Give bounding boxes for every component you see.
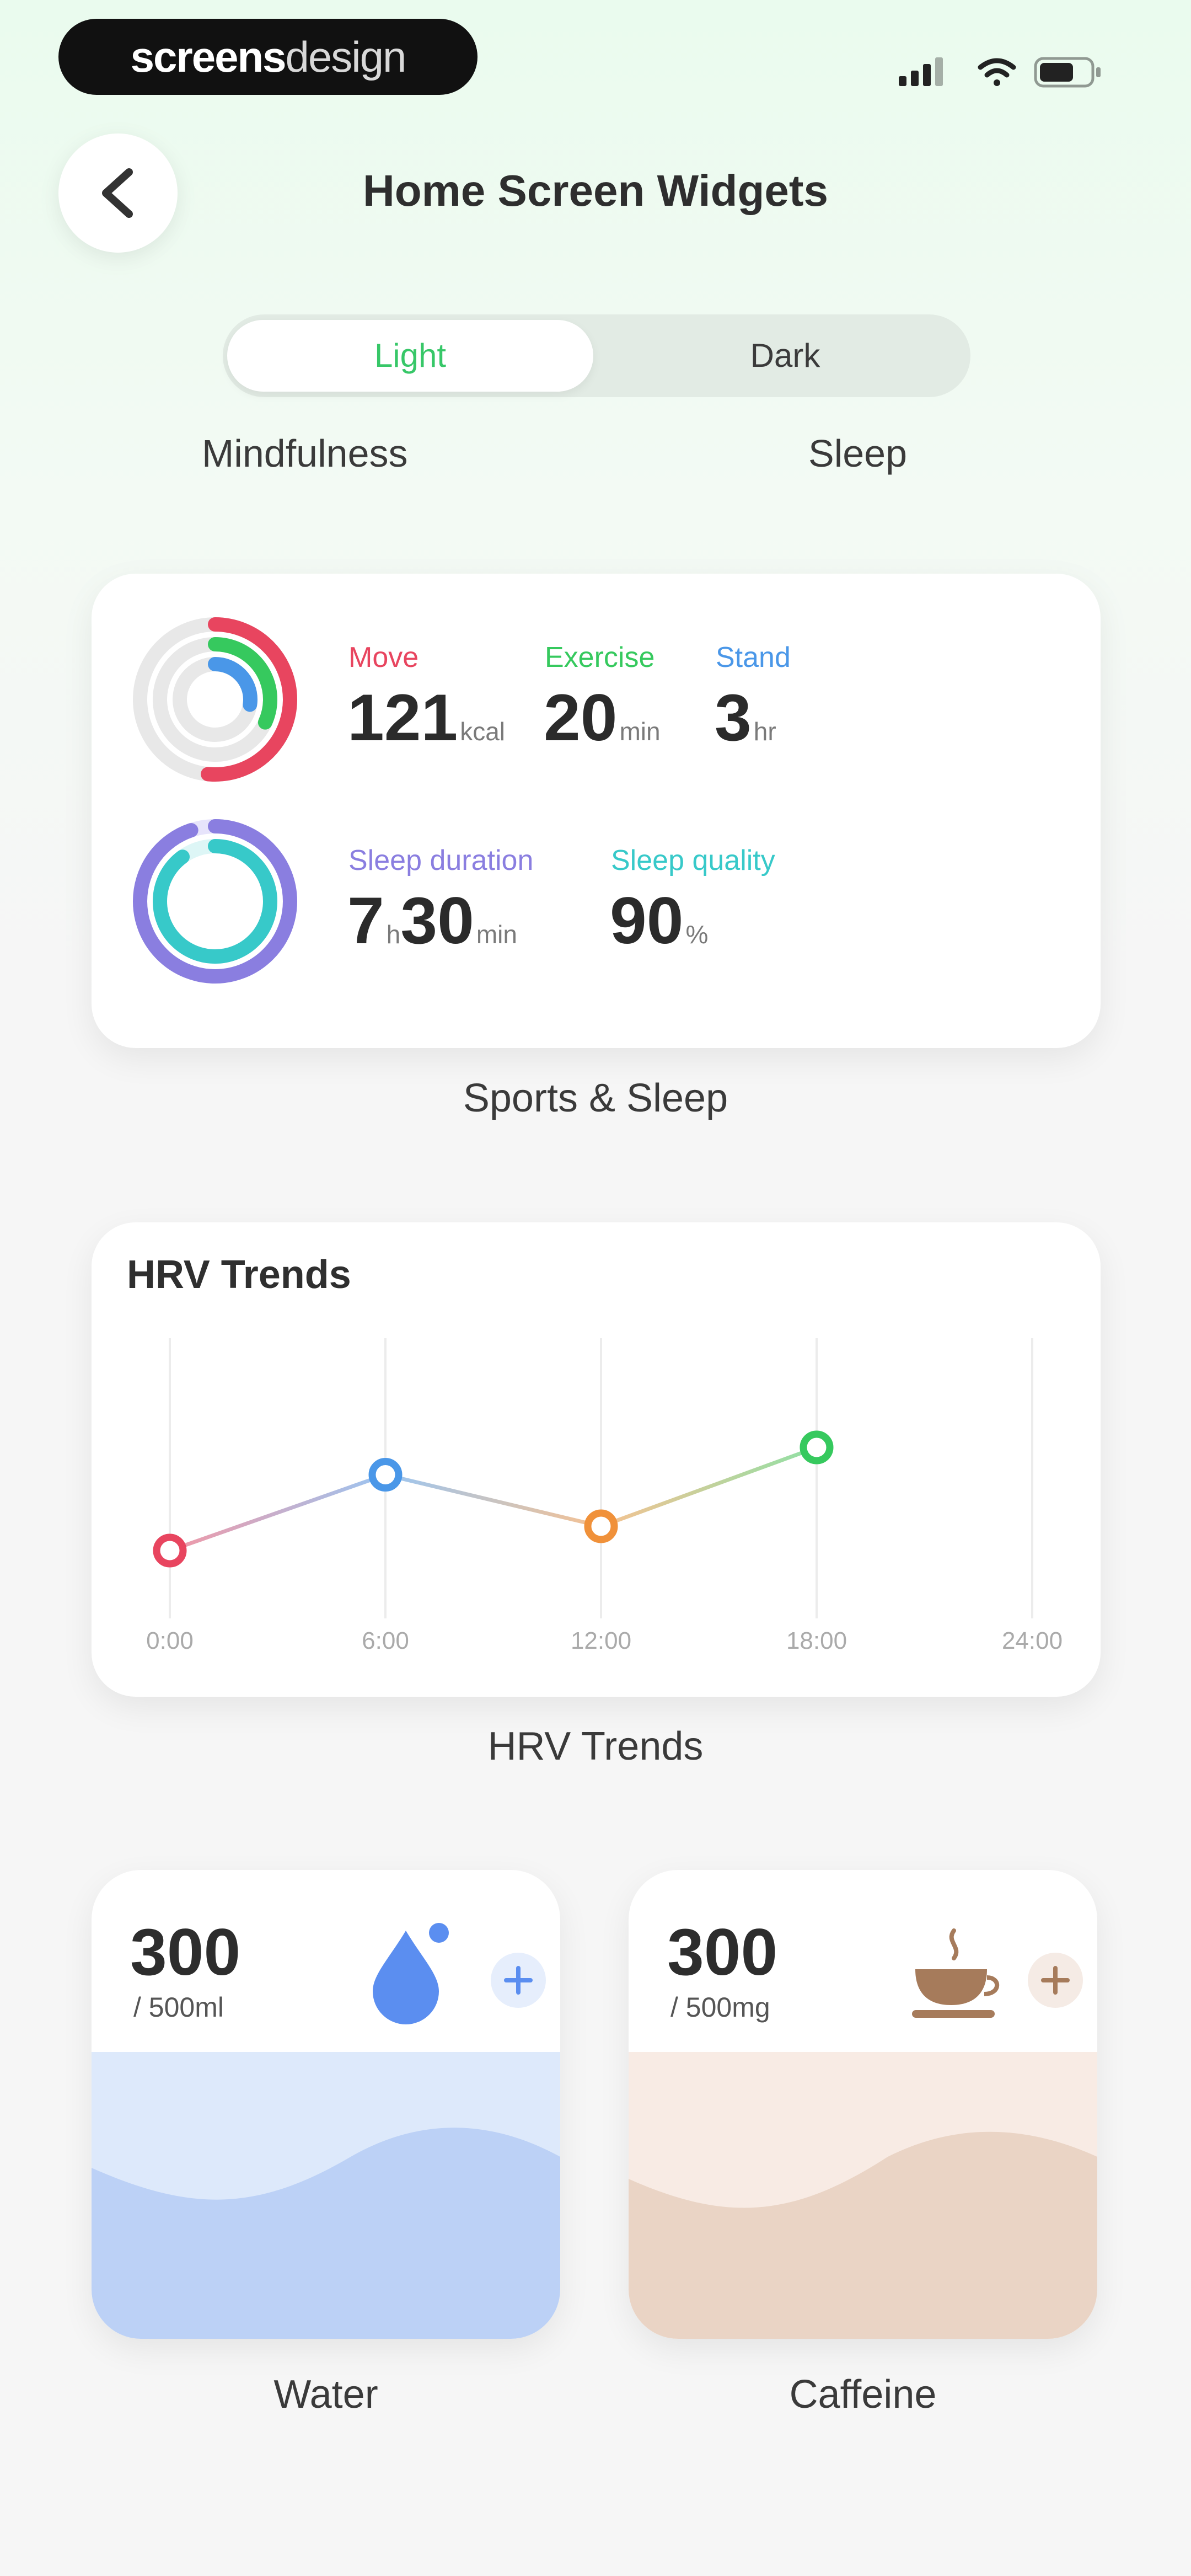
sleep-duration-value: 7h30min — [347, 883, 517, 959]
exercise-number: 20 — [544, 681, 618, 755]
chevron-left-icon — [102, 168, 133, 218]
stand-unit: hr — [753, 717, 776, 746]
dark-theme-tab[interactable]: Dark — [603, 320, 967, 392]
data-point[interactable] — [153, 1533, 187, 1568]
caffeine-caption: Caffeine — [789, 2372, 937, 2417]
plus-icon — [1041, 1966, 1070, 1995]
page-title: Home Screen Widgets — [363, 166, 828, 215]
x-tick-label: 0:00 — [146, 1627, 194, 1654]
x-tick-label: 24:00 — [1001, 1627, 1063, 1654]
sleep-minutes-unit: min — [476, 920, 517, 949]
water-drop-icon — [373, 1923, 449, 2024]
exercise-label: Exercise — [545, 642, 655, 674]
screensdesign-logo: screensdesign — [58, 19, 478, 95]
caffeine-amount: 300 — [667, 1915, 778, 1989]
water-add-button[interactable] — [491, 1953, 546, 2008]
move-label: Move — [348, 642, 419, 674]
stand-label: Stand — [716, 642, 791, 674]
activity-rings-icon — [133, 617, 297, 782]
logo-part-2: design — [285, 33, 407, 81]
sleep-quality-number: 90 — [610, 884, 684, 958]
move-unit: kcal — [460, 717, 506, 746]
sleep-quality-label: Sleep quality — [611, 845, 775, 877]
move-value: 121kcal — [347, 680, 505, 756]
hrv-line-chart — [153, 1338, 1033, 1618]
status-icons — [899, 51, 1119, 89]
move-number: 121 — [347, 681, 458, 755]
series-line-segment — [168, 1473, 388, 1553]
hrv-caption: HRV Trends — [487, 1724, 704, 1768]
exercise-unit: min — [619, 717, 661, 746]
coffee-cup-icon — [912, 1928, 1000, 2018]
caffeine-goal: / 500mg — [670, 1992, 770, 2023]
sleep-rings-icon — [133, 819, 297, 984]
data-point[interactable] — [368, 1458, 403, 1492]
sports-sleep-caption: Sports & Sleep — [463, 1076, 728, 1120]
mindfulness-label[interactable]: Mindfulness — [202, 431, 408, 475]
sleep-minutes: 30 — [400, 884, 474, 958]
water-caption: Water — [273, 2372, 378, 2417]
series-line-segment — [383, 1473, 603, 1529]
logo-part-1: screens — [130, 33, 287, 81]
x-tick-label: 18:00 — [786, 1627, 847, 1654]
caffeine-add-button[interactable] — [1028, 1953, 1083, 2008]
water-widget[interactable]: 300 / 500ml — [92, 1870, 560, 2339]
series-line-segment — [599, 1445, 819, 1529]
water-goal: / 500ml — [133, 1992, 224, 2023]
sleep-quality-value: 90% — [610, 883, 708, 959]
plus-icon — [504, 1966, 533, 1995]
signal-icon — [899, 57, 943, 86]
x-tick-label: 6:00 — [362, 1627, 409, 1654]
sleep-duration-label: Sleep duration — [348, 845, 534, 877]
stand-value: 3hr — [715, 680, 776, 756]
exercise-value: 20min — [544, 680, 661, 756]
light-theme-tab[interactable]: Light — [227, 320, 593, 392]
stand-number: 3 — [715, 681, 752, 755]
x-tick-label: 12:00 — [570, 1627, 632, 1654]
wifi-icon — [978, 58, 1016, 86]
caffeine-widget[interactable]: 300 / 500mg — [629, 1870, 1097, 2339]
battery-icon — [1034, 57, 1101, 88]
sleep-hours: 7 — [347, 884, 384, 958]
back-button[interactable] — [58, 133, 178, 253]
sleep-hours-unit: h — [386, 920, 401, 949]
theme-segmented-control[interactable]: Light Dark — [223, 314, 970, 397]
data-point[interactable] — [800, 1430, 834, 1465]
sleep-quality-unit: % — [685, 920, 709, 949]
sleep-label[interactable]: Sleep — [808, 431, 907, 475]
data-point[interactable] — [584, 1509, 618, 1543]
water-amount: 300 — [130, 1915, 241, 1989]
